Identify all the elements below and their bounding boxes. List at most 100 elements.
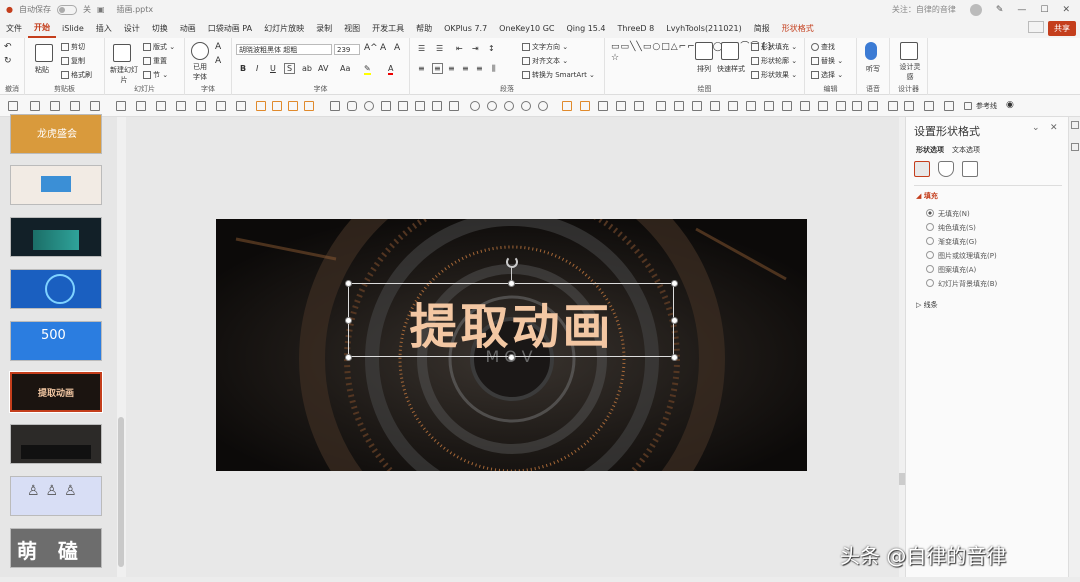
slide[interactable]: 提取动画 MOV [216, 219, 807, 471]
arrange-icon[interactable] [695, 42, 713, 60]
justify-icon[interactable]: ≡ [462, 64, 469, 73]
qa-icon-21[interactable] [398, 101, 408, 111]
align-center-icon[interactable]: ≡ [432, 63, 443, 74]
resize-handle-b[interactable] [508, 354, 515, 361]
replace-button[interactable]: 替换 ⌄ [811, 56, 843, 66]
qa-icon-6[interactable] [116, 101, 126, 111]
autosave-toggle[interactable] [56, 4, 77, 15]
qa-icon-42[interactable] [782, 101, 792, 111]
change-case-icon[interactable]: Aa [340, 64, 350, 73]
font-color-icon[interactable]: A [388, 64, 394, 75]
font-size-select[interactable]: 239 [334, 44, 360, 55]
slide-thumbnail[interactable] [10, 217, 102, 257]
tab-design[interactable]: 设计 [118, 19, 146, 38]
tab-slideshow[interactable]: 幻灯片放映 [258, 19, 310, 38]
tab-okplus[interactable]: OKPlus 7.7 [438, 19, 493, 38]
qa-icon-13[interactable] [256, 101, 266, 111]
tab-insert[interactable]: 插入 [90, 19, 118, 38]
columns-icon[interactable]: ⫼ [492, 64, 496, 74]
tab-threed[interactable]: ThreeD 8 [612, 19, 661, 38]
close-icon[interactable]: ✕ [1050, 123, 1058, 133]
qa-icon-8[interactable] [156, 101, 166, 111]
qa-icon-11[interactable] [216, 101, 226, 111]
side-strip-icon[interactable] [1071, 143, 1079, 151]
underline-icon[interactable]: U [270, 64, 276, 73]
qa-icon-26[interactable] [487, 101, 497, 111]
quick-styles-button[interactable]: 快速样式 [717, 64, 745, 74]
qa-icon-46[interactable] [852, 101, 862, 111]
maximize-icon[interactable]: ☐ [1040, 5, 1048, 15]
clear-format-icon[interactable]: A [394, 43, 400, 53]
minimize-icon[interactable]: — [1017, 5, 1026, 15]
qa-icon-49[interactable] [904, 101, 914, 111]
line-spacing-icon[interactable]: ↕ [488, 44, 495, 53]
qa-icon-4[interactable] [70, 101, 80, 111]
tab-shape-format[interactable]: 形状格式 [776, 19, 820, 38]
arrange-button[interactable]: 排列 [697, 64, 711, 74]
resize-handle-bl[interactable] [345, 354, 352, 361]
reset-button[interactable]: 重置 [143, 56, 167, 66]
eye-icon[interactable]: ◉ [1006, 100, 1014, 110]
font-size-decrease-icon[interactable]: A [215, 56, 221, 66]
tab-record[interactable]: 录制 [310, 19, 338, 38]
share-button[interactable]: 共享 [1048, 21, 1076, 36]
slide-thumbnail[interactable]: 萌 磕 [10, 528, 102, 568]
qa-icon-33[interactable] [616, 101, 626, 111]
tab-shape-options[interactable]: 形状选项 [916, 145, 944, 155]
qa-icon-40[interactable] [746, 101, 756, 111]
tab-developer[interactable]: 开发工具 [366, 19, 410, 38]
rotate-handle-icon[interactable] [506, 256, 518, 268]
slide-thumbnail[interactable] [10, 269, 102, 309]
slide-thumbnail-selected[interactable]: 提取动画 [9, 371, 103, 413]
tab-islide[interactable]: iSlide [56, 19, 90, 38]
qa-icon-45[interactable] [836, 101, 846, 111]
italic-icon[interactable]: I [256, 64, 258, 73]
used-fonts-button[interactable]: 已用字体 [190, 62, 210, 82]
design-ideas-button[interactable]: 设计灵感 [899, 62, 921, 82]
thumbnail-scrollbar[interactable] [117, 117, 126, 577]
select-button[interactable]: 选择 ⌄ [811, 70, 843, 80]
align-left-icon[interactable]: ≡ [418, 64, 425, 73]
qa-icon-9[interactable] [176, 101, 186, 111]
tab-briefing[interactable]: 简报 [748, 19, 776, 38]
slide-thumbnail[interactable] [10, 424, 102, 464]
avatar[interactable] [969, 3, 982, 16]
qa-icon-38[interactable] [710, 101, 720, 111]
align-right-icon[interactable]: ≡ [448, 64, 455, 73]
qa-icon-48[interactable] [888, 101, 898, 111]
qa-icon-28[interactable] [521, 101, 531, 111]
qa-icon-36[interactable] [674, 101, 684, 111]
align-text-button[interactable]: 对齐文本 ⌄ [522, 56, 568, 66]
find-button[interactable]: 查找 [811, 42, 835, 52]
qa-icon-22[interactable] [415, 101, 425, 111]
size-properties-icon[interactable] [962, 161, 978, 177]
font-icon[interactable] [191, 42, 209, 60]
grow-font-icon[interactable]: A^ [364, 43, 378, 53]
qa-icon-37[interactable] [692, 101, 702, 111]
resize-handle-t[interactable] [508, 280, 515, 287]
paste-icon[interactable] [35, 44, 53, 62]
qa-icon-7[interactable] [136, 101, 146, 111]
resize-handle-r[interactable] [671, 317, 678, 324]
text-direction-button[interactable]: 文字方向 ⌄ [522, 42, 568, 52]
qa-icon-47[interactable] [868, 101, 878, 111]
new-slide-icon[interactable] [113, 44, 131, 62]
qa-icon-23[interactable] [432, 101, 442, 111]
qa-icon-1[interactable] [8, 101, 18, 111]
resize-handle-l[interactable] [345, 317, 352, 324]
side-strip-icon[interactable] [1071, 121, 1079, 129]
rounded-rect-icon[interactable] [347, 101, 357, 111]
bold-icon[interactable]: B [240, 64, 246, 73]
user-name[interactable]: 关注：自律的音律 [892, 4, 956, 15]
fill-section-header[interactable]: ◢ 填充 [916, 191, 938, 201]
reference-line-checkbox[interactable] [964, 102, 972, 110]
font-size-increase-icon[interactable]: A [215, 42, 221, 52]
undo-icon[interactable]: ↶ [4, 42, 12, 52]
resize-handle-tr[interactable] [671, 280, 678, 287]
tab-help[interactable]: 帮助 [410, 19, 438, 38]
qa-icon-15[interactable] [288, 101, 298, 111]
fill-line-icon[interactable] [914, 161, 930, 177]
bullets-icon[interactable]: ☰ [418, 44, 425, 53]
new-slide-button[interactable]: 新建幻灯片 [109, 65, 139, 85]
copy-button[interactable]: 复制 [61, 56, 85, 66]
